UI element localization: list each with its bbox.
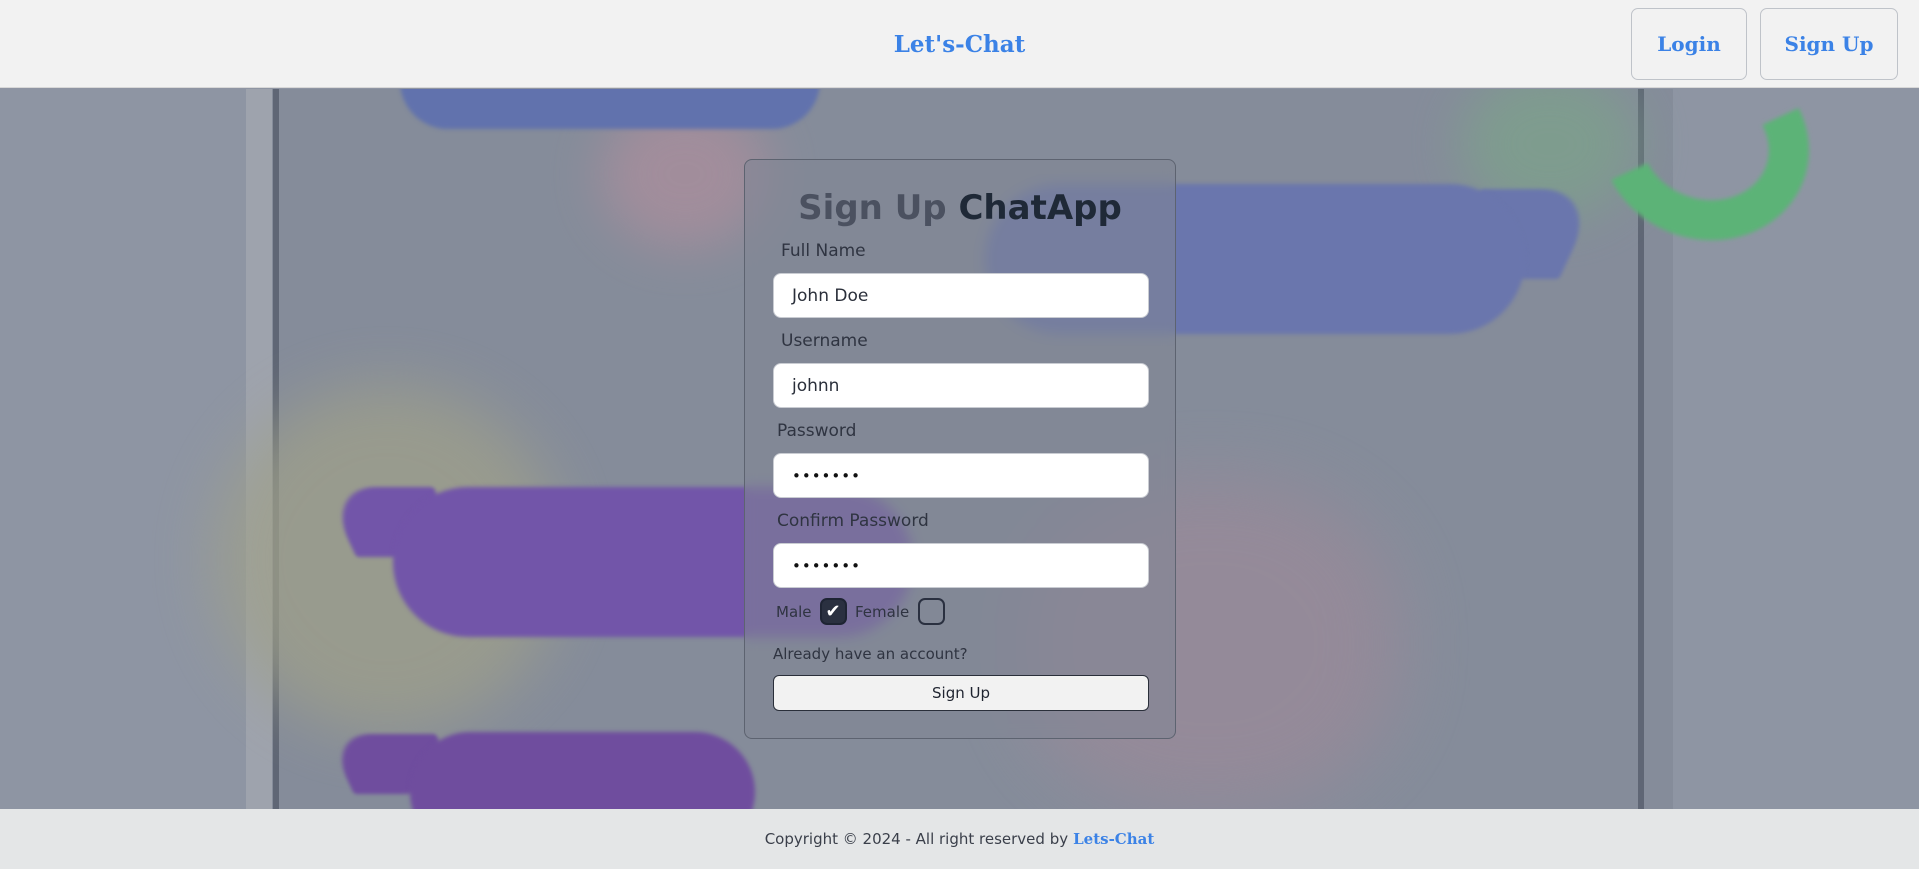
full-name-input[interactable]: John Doe	[773, 273, 1149, 318]
footer: Copyright © 2024 - All right reserved by…	[0, 809, 1919, 869]
gender-male-checkbox[interactable]: ✔	[819, 598, 847, 625]
form-title-part2: ChatApp	[958, 188, 1122, 228]
footer-brand-link[interactable]: Lets-Chat	[1073, 830, 1154, 848]
gender-female-label: Female	[855, 602, 910, 621]
confirm-password-mask: •••••••	[792, 556, 861, 575]
brand-text: Let's-Chat	[893, 30, 1026, 58]
gender-female-option: Female	[855, 598, 946, 625]
signup-form-card: Sign Up ChatApp Full Name John Doe Usern…	[744, 159, 1176, 739]
confirm-password-label: Confirm Password	[777, 511, 929, 531]
gender-male-label: Male	[776, 602, 812, 621]
username-input[interactable]: johnn	[773, 363, 1149, 408]
gender-female-checkbox[interactable]	[918, 598, 946, 625]
login-button[interactable]: Login	[1631, 8, 1747, 80]
password-label: Password	[777, 421, 857, 441]
chat-bubble-decoration	[400, 89, 820, 129]
username-label: Username	[781, 331, 868, 351]
confirm-password-input[interactable]: •••••••	[773, 543, 1149, 588]
checkmark-icon: ✔	[825, 600, 841, 622]
copyright-text: Copyright © 2024 - All right reserved by	[764, 830, 1069, 848]
login-link[interactable]: Already have an account?	[773, 645, 968, 663]
form-title-part1: Sign Up	[798, 188, 947, 228]
navbar: Let's-Chat Login Sign Up	[0, 0, 1919, 88]
signup-submit-button[interactable]: Sign Up	[773, 675, 1149, 711]
password-input[interactable]: •••••••	[773, 453, 1149, 498]
signup-nav-button[interactable]: Sign Up	[1760, 8, 1898, 80]
full-name-label: Full Name	[781, 241, 866, 261]
form-title: Sign Up ChatApp	[745, 188, 1175, 228]
password-mask: •••••••	[792, 466, 861, 485]
chat-bubble-decoration	[410, 732, 755, 809]
gender-male-option: Male ✔	[776, 598, 847, 625]
